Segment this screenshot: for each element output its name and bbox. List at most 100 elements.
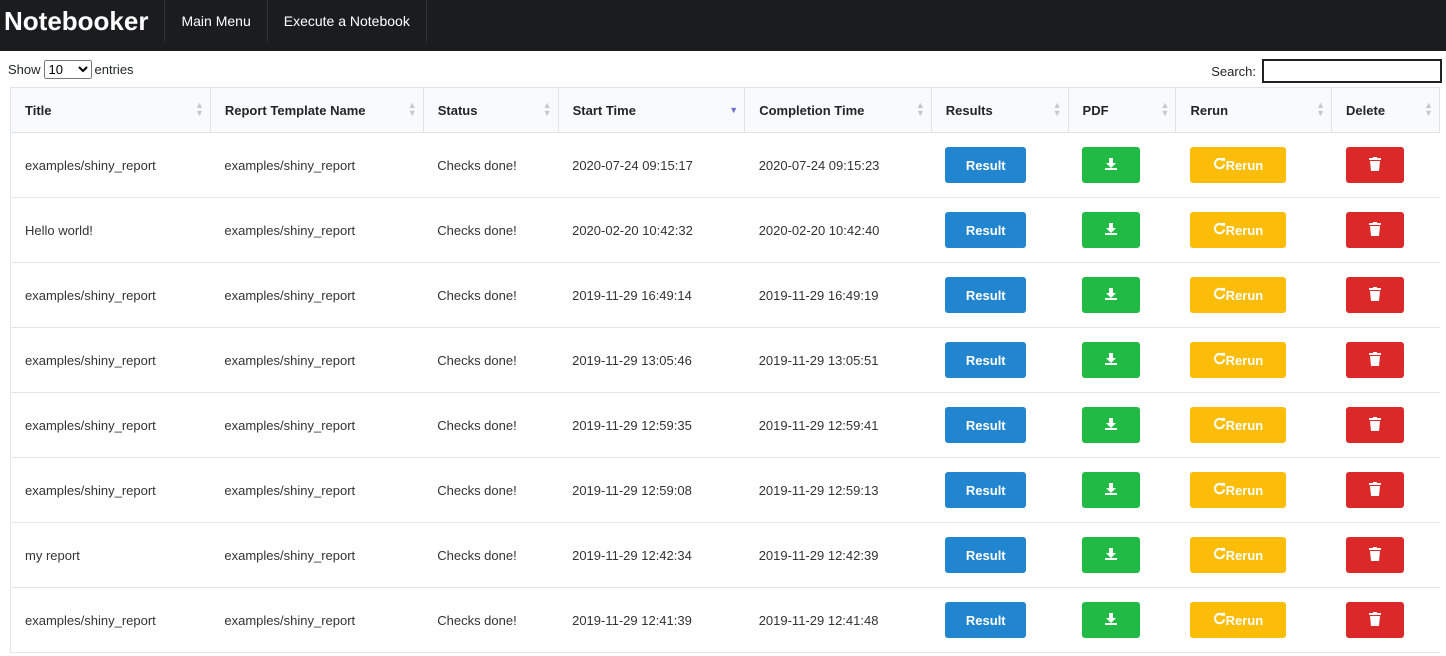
trash-icon: [1368, 481, 1381, 499]
cell-completion-time: 2020-07-24 09:15:23: [744, 132, 932, 198]
result-button[interactable]: Result: [945, 147, 1027, 183]
sort-both-icon: ▲ ▼: [542, 100, 552, 118]
cell-status: Checks done!: [423, 587, 559, 653]
column-header-start-time[interactable]: Start Time ▼: [557, 87, 746, 133]
pdf-download-button[interactable]: [1082, 342, 1141, 378]
delete-button[interactable]: [1345, 147, 1404, 183]
cell-title: Hello world!: [10, 197, 211, 263]
redo-icon: [1213, 222, 1226, 238]
cell-template: examples/shiny_report: [210, 522, 424, 588]
cell-delete: [1331, 587, 1440, 653]
download-icon: [1104, 482, 1118, 499]
cell-completion-time: 2019-11-29 12:42:39: [744, 522, 932, 588]
delete-button[interactable]: [1345, 277, 1404, 313]
cell-status: Checks done!: [423, 262, 559, 328]
delete-button[interactable]: [1345, 342, 1404, 378]
rerun-label: Rerun: [1225, 222, 1264, 238]
sort-both-icon: ▲ ▼: [407, 100, 417, 118]
cell-results: Result: [931, 522, 1069, 588]
download-icon: [1104, 287, 1118, 304]
column-header-pdf[interactable]: PDF ▲ ▼: [1067, 87, 1177, 133]
column-header-label: Title: [25, 102, 52, 118]
column-header-rerun[interactable]: Rerun ▲ ▼: [1175, 87, 1333, 133]
cell-status: Checks done!: [423, 132, 559, 198]
rerun-button[interactable]: Rerun: [1189, 147, 1286, 183]
delete-button[interactable]: [1345, 212, 1404, 248]
nav-main-menu[interactable]: Main Menu: [165, 0, 268, 42]
rerun-label: Rerun: [1225, 157, 1264, 173]
reports-table: Title ▲ ▼ Report Template Name ▲ ▼ Status ▲ ▼ Sta…: [10, 87, 1440, 653]
result-button[interactable]: Result: [945, 407, 1027, 443]
column-header-title[interactable]: Title ▲ ▼: [10, 87, 211, 133]
rerun-button[interactable]: Rerun: [1189, 602, 1286, 638]
pdf-download-button[interactable]: [1082, 212, 1141, 248]
cell-start-time: 2020-02-20 10:42:32: [558, 197, 745, 263]
cell-start-time: 2020-07-24 09:15:17: [558, 132, 745, 198]
trash-icon: [1368, 351, 1381, 369]
trash-icon: [1368, 156, 1381, 174]
table-row: examples/shiny_report examples/shiny_rep…: [10, 587, 1440, 653]
result-button[interactable]: Result: [945, 537, 1027, 573]
cell-delete: [1331, 132, 1440, 198]
rerun-button[interactable]: Rerun: [1189, 342, 1286, 378]
cell-template: examples/shiny_report: [210, 132, 424, 198]
rerun-button[interactable]: Rerun: [1189, 212, 1286, 248]
rerun-button[interactable]: Rerun: [1189, 537, 1286, 573]
cell-completion-time: 2020-02-20 10:42:40: [744, 197, 932, 263]
pdf-download-button[interactable]: [1082, 407, 1141, 443]
result-button[interactable]: Result: [945, 342, 1027, 378]
pdf-download-button[interactable]: [1082, 277, 1141, 313]
table-row: examples/shiny_report examples/shiny_rep…: [10, 262, 1440, 328]
column-header-report-template-name[interactable]: Report Template Name ▲ ▼: [209, 87, 424, 133]
navbar: Notebooker Main Menu Execute a Notebook: [0, 0, 1446, 51]
cell-results: Result: [931, 327, 1069, 393]
redo-icon: [1213, 417, 1226, 433]
brand-logo[interactable]: Notebooker: [0, 0, 166, 42]
trash-icon: [1368, 221, 1381, 239]
rerun-label: Rerun: [1225, 352, 1264, 368]
column-header-label: Report Template Name: [224, 102, 366, 118]
column-header-label: Completion Time: [759, 102, 865, 118]
column-header-delete[interactable]: Delete ▲ ▼: [1331, 87, 1440, 133]
download-icon: [1104, 612, 1118, 629]
rerun-button[interactable]: Rerun: [1189, 407, 1286, 443]
column-header-label: Results: [945, 102, 993, 118]
nav-execute-notebook[interactable]: Execute a Notebook: [268, 0, 427, 42]
column-header-status[interactable]: Status ▲ ▼: [422, 87, 559, 133]
result-button[interactable]: Result: [945, 472, 1027, 508]
pdf-download-button[interactable]: [1082, 602, 1141, 638]
trash-icon: [1368, 416, 1381, 434]
download-icon: [1104, 417, 1118, 434]
rerun-button[interactable]: Rerun: [1189, 472, 1286, 508]
entries-select[interactable]: 10: [43, 59, 92, 79]
cell-title: examples/shiny_report: [10, 132, 211, 198]
column-header-completion-time[interactable]: Completion Time ▲ ▼: [744, 87, 932, 133]
cell-start-time: 2019-11-29 12:59:08: [558, 457, 745, 523]
cell-results: Result: [931, 262, 1069, 328]
pdf-download-button[interactable]: [1082, 147, 1141, 183]
result-button[interactable]: Result: [945, 212, 1027, 248]
delete-button[interactable]: [1345, 407, 1404, 443]
redo-icon: [1213, 352, 1226, 368]
download-icon: [1104, 352, 1118, 369]
cell-status: Checks done!: [423, 392, 559, 458]
delete-button[interactable]: [1345, 602, 1404, 638]
cell-status: Checks done!: [423, 457, 559, 523]
cell-pdf: [1068, 197, 1176, 263]
column-header-results[interactable]: Results ▲ ▼: [930, 87, 1069, 133]
search-input[interactable]: [1262, 59, 1442, 83]
delete-button[interactable]: [1345, 537, 1404, 573]
pdf-download-button[interactable]: [1082, 472, 1141, 508]
result-button[interactable]: Result: [945, 602, 1027, 638]
cell-pdf: [1068, 522, 1176, 588]
delete-button[interactable]: [1345, 472, 1404, 508]
cell-pdf: [1068, 327, 1176, 393]
cell-start-time: 2019-11-29 12:59:35: [558, 392, 745, 458]
cell-delete: [1331, 262, 1440, 328]
rerun-button[interactable]: Rerun: [1189, 277, 1286, 313]
result-button[interactable]: Result: [945, 277, 1027, 313]
cell-template: examples/shiny_report: [210, 457, 424, 523]
pdf-download-button[interactable]: [1082, 537, 1141, 573]
cell-rerun: Rerun: [1175, 587, 1332, 653]
cell-title: examples/shiny_report: [10, 392, 211, 458]
